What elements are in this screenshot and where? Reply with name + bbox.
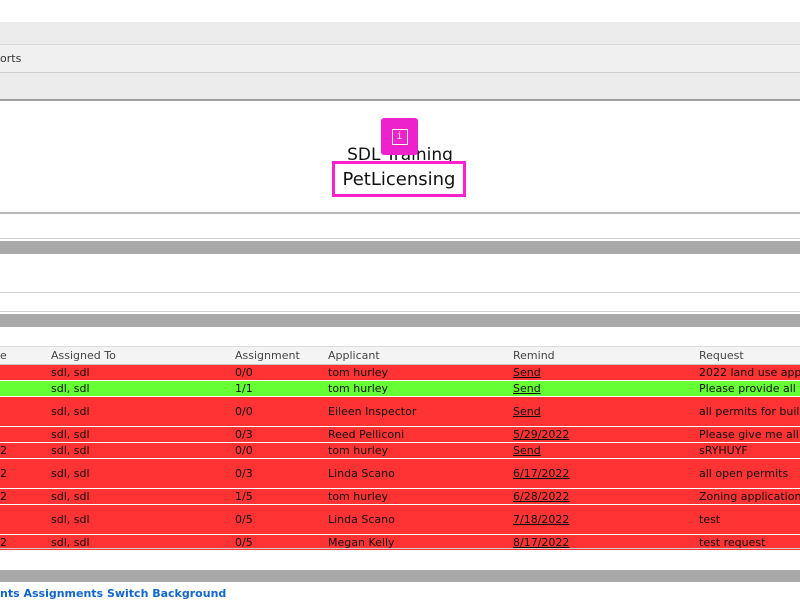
assigned-to-cell: sdl, sdl: [51, 428, 90, 441]
assignment-cell: 1/5: [235, 490, 253, 503]
assigned-to-cell: sdl, sdl: [51, 513, 90, 526]
request-cell: Zoning application for: [699, 490, 800, 503]
remind-link[interactable]: 5/29/2022: [513, 428, 695, 441]
col-header-assignment[interactable]: Assignment: [235, 349, 325, 362]
sub-nav-bar: [0, 73, 800, 101]
remind-link[interactable]: Send: [513, 366, 695, 379]
request-cell: Please provide all bui: [699, 382, 800, 395]
nav-item-reports[interactable]: orts: [0, 52, 21, 65]
row-cell: 2: [0, 467, 7, 480]
row-cell: 2: [0, 490, 7, 503]
assignment-cell: 0/3: [235, 428, 253, 441]
assigned-to-cell: sdl, sdl: [51, 366, 90, 379]
table-row[interactable]: sdl, sdl 1/1 tom hurley Send Please prov…: [0, 381, 800, 397]
request-cell: all open permits: [699, 467, 789, 480]
remind-link[interactable]: Send: [513, 405, 695, 418]
toolbar-strip: [0, 22, 800, 45]
table-row[interactable]: sdl, sdl 0/0 Eileen Inspector Send all p…: [0, 397, 800, 427]
remind-link[interactable]: Send: [513, 382, 695, 395]
remind-link[interactable]: 7/18/2022: [513, 513, 695, 526]
section-band: [0, 314, 800, 327]
request-cell: all permits for building: [699, 405, 800, 418]
request-cell: 2022 land use applica: [699, 366, 800, 379]
assigned-to-cell: sdl, sdl: [51, 490, 90, 503]
col-header-assigned-to[interactable]: Assigned To: [51, 349, 229, 362]
divider: [0, 548, 800, 549]
section-band: [0, 241, 800, 254]
row-cell: 2: [0, 444, 7, 457]
applicant-cell: tom hurley: [328, 444, 389, 457]
divider: [0, 292, 800, 293]
col-header[interactable]: e: [0, 349, 47, 362]
col-header-remind[interactable]: Remind: [513, 349, 695, 362]
assignment-cell: 0/3: [235, 467, 253, 480]
applicant-cell: Linda Scano: [328, 467, 395, 480]
request-cell: sRYHUYF: [699, 444, 748, 457]
table-row[interactable]: 2 sdl, sdl 0/0 tom hurley Send sRYHUYF: [0, 443, 800, 459]
info-button[interactable]: i: [381, 118, 418, 155]
assignment-cell: 0/0: [235, 405, 253, 418]
col-header-request[interactable]: Request: [699, 349, 800, 362]
table-row[interactable]: sdl, sdl 0/5 Linda Scano 7/18/2022 test: [0, 505, 800, 535]
assignment-cell: 0/0: [235, 444, 253, 457]
divider: [0, 238, 800, 239]
table-header: e Assigned To Assignment Applicant Remin…: [0, 346, 800, 365]
request-cell: test: [699, 513, 721, 526]
table-row[interactable]: 2 sdl, sdl 1/5 tom hurley 6/28/2022 Zoni…: [0, 489, 800, 505]
footer-links[interactable]: nts Assignments Switch Background: [0, 587, 226, 600]
assigned-to-cell: sdl, sdl: [51, 444, 90, 457]
table-row[interactable]: sdl, sdl 0/0 tom hurley Send 2022 land u…: [0, 365, 800, 381]
remind-link[interactable]: 6/28/2022: [513, 490, 695, 503]
page-title-module: PetLicensing: [332, 161, 466, 197]
assigned-to-cell: sdl, sdl: [51, 405, 90, 418]
remind-link[interactable]: Send: [513, 444, 695, 457]
remind-link[interactable]: 6/17/2022: [513, 467, 695, 480]
assignment-cell: 0/5: [235, 513, 253, 526]
col-header-applicant[interactable]: Applicant: [328, 349, 510, 362]
assignment-cell: 1/1: [235, 382, 253, 395]
requests-table: e Assigned To Assignment Applicant Remin…: [0, 346, 800, 551]
assignment-cell: 0/0: [235, 366, 253, 379]
table-row[interactable]: sdl, sdl 0/3 Reed Pelliconi 5/29/2022 Pl…: [0, 427, 800, 443]
table-row[interactable]: 2 sdl, sdl 0/3 Linda Scano 6/17/2022 all…: [0, 459, 800, 489]
applicant-cell: tom hurley: [328, 490, 389, 503]
assigned-to-cell: sdl, sdl: [51, 467, 90, 480]
applicant-cell: Eileen Inspector: [328, 405, 417, 418]
applicant-cell: tom hurley: [328, 366, 389, 379]
info-icon: i: [391, 128, 408, 145]
divider: [0, 311, 800, 312]
applicant-cell: Reed Pelliconi: [328, 428, 405, 441]
page-title-module-label: PetLicensing: [342, 168, 456, 190]
assigned-to-cell: sdl, sdl: [51, 382, 90, 395]
nav-bar: orts: [0, 45, 800, 73]
window-top-bar: [0, 0, 800, 23]
request-cell: Please give me all Do: [699, 428, 800, 441]
applicant-cell: Linda Scano: [328, 513, 395, 526]
applicant-cell: tom hurley: [328, 382, 389, 395]
section-band: [0, 570, 800, 582]
